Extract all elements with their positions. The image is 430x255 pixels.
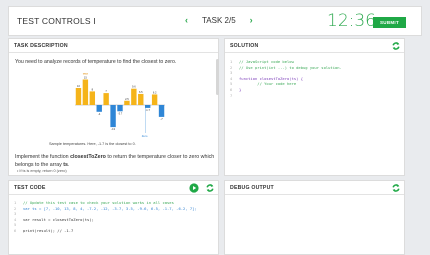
chart-caption: Sample temperatures. Here, -1.7 is the c…	[49, 142, 136, 146]
description-scrollbar[interactable]	[216, 59, 219, 95]
chart-bar	[103, 93, 109, 105]
data-label: 10	[77, 84, 80, 88]
data-label: 6.5	[139, 90, 143, 94]
panel-title: TASK DESCRIPTION	[9, 39, 218, 53]
data-label: -13	[111, 127, 115, 131]
max-label: Max	[83, 73, 89, 76]
code-text: var ts = [7, -10, 13, 8, 4, -7.2, -12, -…	[23, 205, 197, 211]
play-icon[interactable]	[189, 183, 199, 193]
temperature-chart: 10 15 8 -4 7 -13 -3.7 2.5 9.66.5 -1.7 6.2 -7 Max Zero	[75, 73, 165, 138]
chart-bar	[117, 105, 123, 112]
debug-output-panel: DEBUG OUTPUT	[224, 180, 405, 255]
data-label: -7	[160, 117, 163, 121]
data-label: 8	[92, 87, 94, 91]
code-text: var result = closestToZero(ts);	[23, 216, 94, 222]
constraint-item: • If ts is empty, return 0 (zero)	[17, 169, 67, 173]
solution-editor[interactable]: 1// JavaScript code below 2// Use print(i…	[230, 59, 342, 98]
data-label: -1.7	[145, 108, 150, 112]
zero-label: Zero	[142, 134, 148, 138]
data-label: 7	[105, 89, 107, 93]
task-counter: TASK 2/5	[202, 15, 236, 25]
task-description-panel: TASK DESCRIPTION You need to analyze rec…	[8, 38, 219, 176]
data-label: 6.2	[153, 90, 157, 94]
chart-bar	[96, 105, 102, 112]
page-title: TEST CONTROLS I	[17, 16, 96, 26]
chart-bar	[138, 93, 144, 105]
refresh-icon[interactable]	[391, 183, 401, 193]
task-navigator: ‹ TASK 2/5 ›	[185, 15, 253, 25]
line-number: 6	[14, 227, 17, 233]
code-line: 7	[230, 93, 342, 99]
test-code-editor[interactable]: 1// Update this test case to check your …	[14, 200, 197, 234]
refresh-icon[interactable]	[391, 41, 401, 51]
data-label: -4	[98, 112, 101, 116]
chart-bar	[82, 79, 89, 105]
panel-title: TEST CODE	[9, 181, 218, 195]
chart-bar	[131, 88, 137, 105]
submit-button[interactable]: SUBMIT	[373, 17, 406, 28]
code-text: }	[239, 86, 242, 92]
data-label: -3.7	[118, 111, 123, 115]
app-root: TEST CONTROLS I ‹ TASK 2/5 › 12:36 SUBMI…	[0, 0, 430, 255]
line-number: 7	[230, 92, 233, 98]
chart-bar	[110, 105, 116, 128]
function-name: closestToZero	[70, 154, 106, 160]
chart-bar	[158, 105, 165, 117]
chart-bar	[151, 94, 158, 105]
data-label: 9.6	[132, 85, 136, 89]
data-label: 15	[84, 76, 87, 80]
task-intro: You need to analyze records of temperatu…	[15, 59, 177, 65]
code-text: // Your code here	[239, 81, 297, 87]
top-bar: TEST CONTROLS I ‹ TASK 2/5 › 12:36 SUBMI…	[8, 6, 422, 36]
chart-bar	[89, 91, 96, 105]
code-text: // Use print(int ...) to debug your solu…	[239, 64, 342, 70]
code-text: print(result); // -1.7	[23, 227, 74, 233]
code-text: // JavaScript code below	[239, 59, 294, 64]
code-line: 2 var ts = [7, -10, 13, 8, 4, -7.2, -12, …	[14, 206, 197, 212]
chart-bar	[75, 88, 82, 105]
data-label: 2.5	[125, 97, 129, 101]
code-line: 2// Use print(int ...) to debug your sol…	[230, 65, 342, 71]
array-name: ts	[63, 162, 69, 168]
panel-title: SOLUTION	[225, 39, 404, 53]
code-text: // Update this test case to check your s…	[23, 200, 174, 205]
task-instructions: Implement the function closestToZero to …	[15, 154, 215, 168]
test-code-panel: TEST CODE 1// Update this test case to c…	[8, 180, 219, 255]
code-text: function closestToZero(ts) {	[239, 75, 304, 81]
panel-title: DEBUG OUTPUT	[225, 181, 404, 195]
chevron-left-icon[interactable]: ‹	[185, 15, 188, 25]
instruction-text: Implement the function	[15, 154, 71, 160]
chevron-right-icon[interactable]: ›	[250, 15, 253, 25]
timer: 12:36	[327, 11, 376, 31]
code-line: 6 print(result); // -1.7	[14, 228, 197, 234]
constraint-text: If ts is empty, return 0 (zero)	[19, 169, 67, 173]
chart-bar	[124, 100, 130, 105]
refresh-icon[interactable]	[205, 183, 215, 193]
solution-panel: SOLUTION 1// JavaScript code below 2// Us…	[224, 38, 405, 176]
